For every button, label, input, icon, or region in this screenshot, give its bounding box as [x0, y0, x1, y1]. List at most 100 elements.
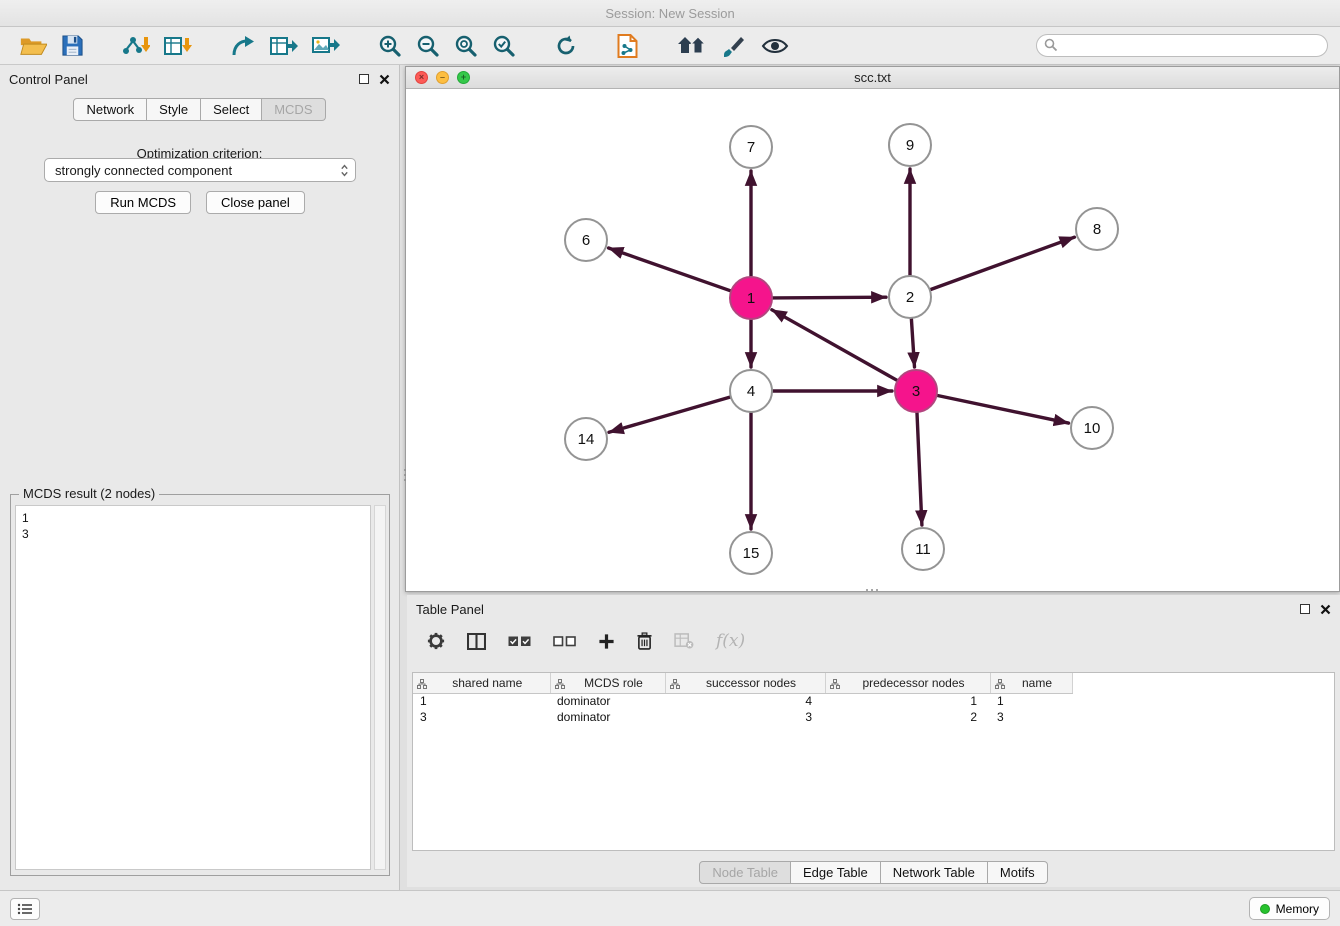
tab-node-table[interactable]: Node Table [699, 861, 791, 884]
graph-edge-4-14[interactable] [609, 397, 730, 432]
chevron-up-down-icon [340, 163, 349, 178]
table-cell[interactable]: dominator [550, 709, 665, 725]
panel-splitter-horizontal[interactable] [856, 586, 888, 593]
apply-style-button[interactable] [714, 29, 754, 63]
tab-edge-table[interactable]: Edge Table [791, 861, 881, 884]
table-cell[interactable]: 2 [825, 709, 990, 725]
panel-splitter-vertical[interactable] [401, 458, 408, 492]
graph-node-7[interactable]: 7 [730, 126, 772, 168]
show-all-columns-button[interactable] [502, 625, 537, 657]
graph-node-6[interactable]: 6 [565, 219, 607, 261]
graph-edge-3-11[interactable] [917, 413, 922, 525]
minimize-window-icon[interactable]: – [436, 71, 449, 84]
zoom-in-button[interactable] [371, 29, 409, 63]
tab-network-table[interactable]: Network Table [881, 861, 988, 884]
column-header-successor-nodes[interactable]: successor nodes [665, 673, 825, 693]
graph-node-8[interactable]: 8 [1076, 208, 1118, 250]
table-cell[interactable]: 4 [665, 693, 825, 709]
new-network-from-selection-button[interactable] [609, 29, 646, 63]
zoom-out-button[interactable] [409, 29, 447, 63]
delete-table-button[interactable] [668, 625, 700, 657]
search-input[interactable] [1036, 34, 1328, 57]
table-cell[interactable]: 3 [413, 709, 550, 725]
graph-edge-3-1[interactable] [772, 310, 897, 380]
graph-edge-2-8[interactable] [931, 237, 1075, 289]
run-mcds-button[interactable]: Run MCDS [95, 191, 191, 214]
float-panel-icon[interactable] [359, 74, 369, 84]
graph-node-2[interactable]: 2 [889, 276, 931, 318]
table-cell[interactable]: 1 [990, 693, 1072, 709]
node-label: 15 [743, 545, 760, 562]
graph-node-4[interactable]: 4 [730, 370, 772, 412]
table-cell[interactable]: 1 [413, 693, 550, 709]
export-network-button[interactable] [223, 29, 263, 63]
graph-node-10[interactable]: 10 [1071, 407, 1113, 449]
open-session-button[interactable] [12, 29, 54, 63]
tab-select[interactable]: Select [201, 98, 262, 121]
table-delete-icon [674, 633, 694, 649]
refresh-button[interactable] [547, 29, 585, 63]
tree-icon [670, 679, 680, 689]
memory-button-label: Memory [1276, 902, 1319, 916]
column-header-MCDS-role[interactable]: MCDS role [550, 673, 665, 693]
close-panel-button[interactable]: Close panel [206, 191, 305, 214]
export-table-button[interactable] [263, 29, 305, 63]
columns-icon [467, 633, 486, 650]
close-window-icon[interactable]: × [415, 71, 428, 84]
memory-button[interactable]: Memory [1249, 897, 1330, 920]
import-network-button[interactable] [115, 29, 157, 63]
close-panel-icon[interactable] [379, 74, 390, 85]
function-builder-button[interactable]: f(x) [710, 625, 751, 657]
task-history-button[interactable] [10, 898, 40, 920]
save-session-button[interactable] [54, 29, 91, 63]
graph-edge-2-3[interactable] [911, 319, 914, 367]
eye-icon [761, 37, 789, 55]
graph-edge-1-2[interactable] [773, 297, 886, 298]
column-header-predecessor-nodes[interactable]: predecessor nodes [825, 673, 990, 693]
delete-column-button[interactable] [631, 625, 658, 657]
table-cell[interactable]: 1 [825, 693, 990, 709]
column-header-name[interactable]: name [990, 673, 1072, 693]
save-icon [61, 34, 84, 57]
criterion-dropdown[interactable]: strongly connected component [44, 158, 356, 182]
table-cell[interactable]: dominator [550, 693, 665, 709]
graph-node-1[interactable]: 1 [730, 277, 772, 319]
graph-edge-3-10[interactable] [938, 396, 1069, 424]
hide-all-columns-button[interactable] [547, 625, 582, 657]
checked-boxes-icon [508, 636, 531, 647]
tab-motifs[interactable]: Motifs [988, 861, 1048, 884]
zoom-window-icon[interactable]: + [457, 71, 470, 84]
graph-node-11[interactable]: 11 [902, 528, 944, 570]
mcds-buttons-row: Run MCDS Close panel [0, 191, 400, 214]
zoom-selected-button[interactable] [485, 29, 523, 63]
node-label: 3 [912, 383, 920, 400]
table-cell[interactable]: 3 [990, 709, 1072, 725]
import-table-button[interactable] [157, 29, 199, 63]
show-hide-details-button[interactable] [754, 29, 796, 63]
export-image-button[interactable] [305, 29, 347, 63]
gear-icon [427, 632, 445, 650]
tab-network[interactable]: Network [73, 98, 147, 121]
float-table-panel-icon[interactable] [1300, 604, 1310, 614]
tab-mcds[interactable]: MCDS [262, 98, 325, 121]
graph-edge-1-6[interactable] [609, 248, 731, 291]
result-scrollbar[interactable] [374, 505, 386, 870]
table-row[interactable]: 1dominator411 [413, 693, 1072, 709]
table-row[interactable]: 3dominator323 [413, 709, 1072, 725]
column-browser-button[interactable] [461, 625, 492, 657]
network-canvas[interactable]: 7 9 6 8 1 2 4 3 14 10 15 11 [406, 89, 1339, 591]
table-settings-button[interactable] [421, 625, 451, 657]
zoom-fit-button[interactable] [447, 29, 485, 63]
tab-style[interactable]: Style [147, 98, 201, 121]
graph-node-9[interactable]: 9 [889, 124, 931, 166]
table-cell[interactable]: 3 [665, 709, 825, 725]
first-neighbors-button[interactable] [670, 29, 714, 63]
graph-node-3[interactable]: 3 [895, 370, 937, 412]
create-column-button[interactable] [592, 625, 621, 657]
list-icon [17, 903, 33, 915]
column-header-shared-name[interactable]: shared name [413, 673, 550, 693]
graph-node-14[interactable]: 14 [565, 418, 607, 460]
close-table-panel-icon[interactable] [1320, 604, 1331, 615]
network-window-titlebar[interactable]: × – + scc.txt [406, 67, 1339, 89]
graph-node-15[interactable]: 15 [730, 532, 772, 574]
